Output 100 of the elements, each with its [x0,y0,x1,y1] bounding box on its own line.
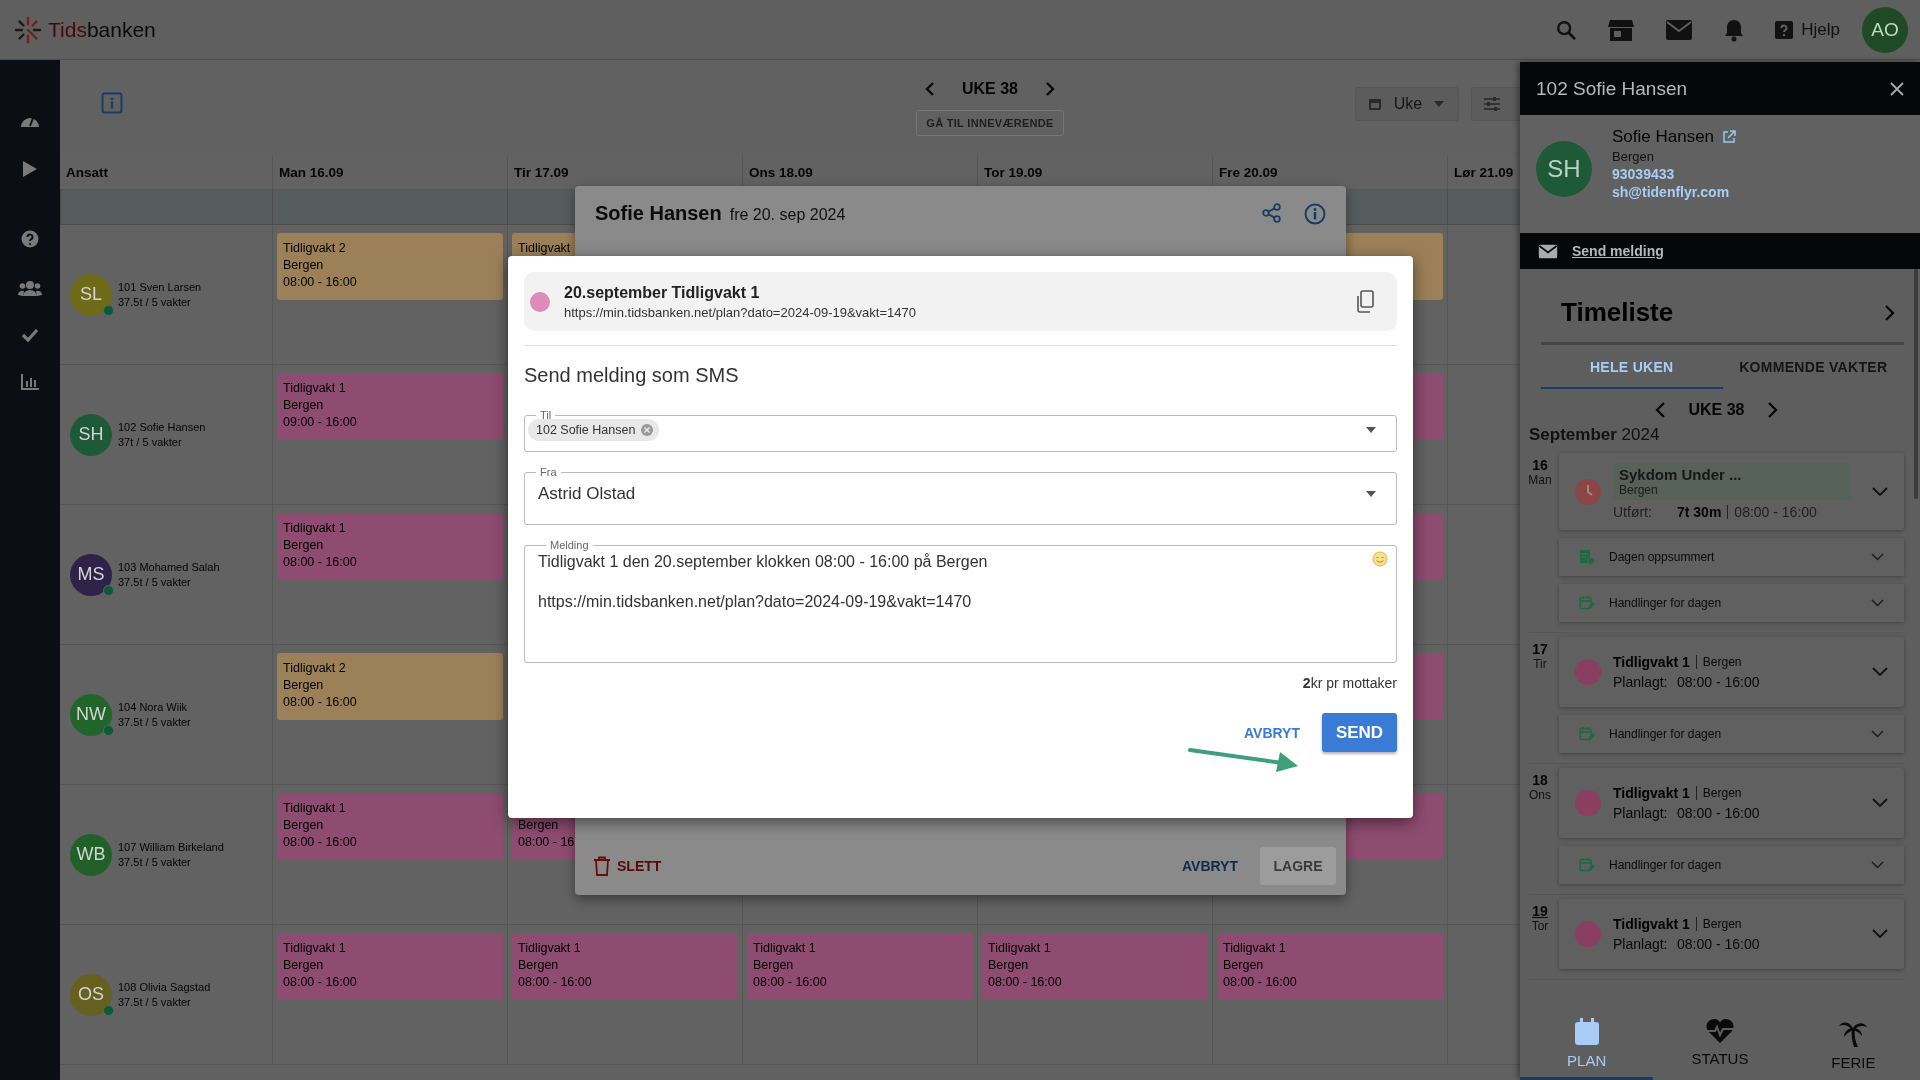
chevron-left-icon[interactable] [1654,401,1667,419]
panel-title: 102 Sofie Hansen [1536,77,1688,100]
cancel-button[interactable]: AVBRYT [1174,850,1246,882]
dialog-date: fre 20. sep 2024 [729,206,846,224]
absence-title: Sykdom Under ... [1619,466,1743,483]
shift-location: Bergen [518,958,559,972]
time-label: Utført: [1613,504,1653,520]
message-field[interactable]: Melding Tidligvakt 1 den 20.september klokken 08:00 - 16:00 på Bergen https://min.tidsbanken.net/plan?dato=2024-09-19&vakt=1470 [524,539,1397,663]
shift-card[interactable]: Tidligvakt 1 Bergen 08:00 - 16:00 [512,933,738,1000]
shift-time: 08:00 - 16:00 [1223,975,1297,989]
chevron-down-icon[interactable] [1872,667,1888,677]
chevron-right-icon[interactable] [1766,401,1779,419]
shift-location: Bergen [283,678,324,692]
shift-location: Bergen [283,258,324,272]
chevron-down-icon[interactable] [1872,929,1888,939]
mail-icon[interactable] [1665,18,1694,41]
timesheet-tab[interactable]: KOMMENDE VAKTER [1722,345,1904,389]
today-button[interactable]: GÅ TIL INNEVÆRENDE [916,110,1064,136]
shift-time: 08:00 - 16:00 [988,975,1062,989]
copy-icon[interactable] [1355,289,1375,314]
chevron-down-icon[interactable] [1872,486,1888,497]
phone-link[interactable]: 93039433 [1612,166,1737,182]
search-icon[interactable] [1555,18,1578,41]
shift-card[interactable]: Tidligvakt 1 Bergen 08:00 - 16:00 [982,933,1208,1000]
recipient-field[interactable]: Til 102 Sofie Hansen [524,409,1397,452]
shift-card[interactable]: Tidligvakt 1 Bergen Planlagt: 08:00 - 16:00 [1559,768,1904,838]
duration: 7t 30m [1677,504,1722,520]
shift-location: Bergen [988,958,1029,972]
info-icon[interactable] [101,92,123,114]
play-icon[interactable] [22,160,38,178]
shift-card[interactable]: Tidligvakt 1 Bergen 08:00 - 16:00 [277,933,503,1000]
user-avatar[interactable]: AO [1862,6,1908,53]
bottom-nav-tab[interactable]: STATUS [1653,1010,1787,1080]
send-button[interactable]: SEND [1322,713,1397,752]
dropdown-caret-icon[interactable] [1366,427,1376,433]
shift-title: Tidligvakt [518,241,571,255]
emoji-icon[interactable] [1372,551,1388,567]
employee-name: 102 Sofie Hansen [118,421,206,433]
share-icon[interactable] [1262,202,1282,223]
sender-field[interactable]: Fra Astrid Olstad [524,466,1397,525]
shift-card[interactable]: Tidligvakt 1 Bergen Planlagt: 08:00 - 16:00 [1559,899,1904,969]
chevron-right-icon[interactable] [1044,81,1056,97]
time-range: 08:00 - 16:00 [1677,936,1760,952]
chevron-left-icon[interactable] [924,81,936,97]
employee-name: 107 William Birkeland [118,841,224,853]
shift-time: 08:00 - 16:00 [283,555,357,569]
bell-icon[interactable] [1723,17,1746,42]
timesheet-tab[interactable]: HELE UKEN [1541,345,1723,389]
shift-card[interactable]: Tidligvakt 1 Bergen 08:00 - 16:00 [277,793,503,860]
shift-card[interactable]: Tidligvakt 1 Bergen 08:00 - 16:00 [277,513,503,580]
calendar-icon [1367,97,1382,111]
help-icon[interactable] [1775,20,1794,39]
shift-time: 08:00 - 16:00 [283,275,357,289]
bottom-nav-tab[interactable]: FERIE [1786,1010,1920,1080]
calendar-edit-icon [1579,595,1595,611]
bar-chart-icon[interactable] [21,374,39,390]
email-link[interactable]: sh@tidenflyr.com [1612,184,1737,200]
people-icon[interactable] [18,280,42,296]
shift-time: 09:00 - 16:00 [283,415,357,429]
day-actions-row[interactable]: Handlinger for dagen [1559,584,1904,622]
recipient-chip[interactable]: 102 Sofie Hansen [528,419,660,441]
remove-icon[interactable] [641,424,654,436]
profile-name: Sofie Hansen [1612,127,1715,147]
sliders-icon [1483,97,1500,111]
shift-card[interactable]: Tidligvakt 1 Bergen Planlagt: 08:00 - 16:00 [1559,637,1904,707]
absence-card[interactable]: Sykdom Under ... Bergen Utført: 7t 30m 08:00 - 16:00 [1559,453,1904,530]
shift-card[interactable]: Tidligvakt 2 Bergen 08:00 - 16:00 [277,653,503,720]
day-actions-row[interactable]: Handlinger for dagen [1559,715,1904,753]
view-dropdown[interactable]: Uke [1354,87,1459,121]
info-icon[interactable] [1304,202,1326,225]
shift-time: 08:00 - 16:00 [283,695,357,709]
shift-card[interactable]: Tidligvakt 1 Bergen 09:00 - 16:00 [277,373,503,440]
shift-location: Bergen [518,818,559,832]
check-icon[interactable] [21,328,39,342]
scrollbar[interactable] [1914,269,1918,499]
bottom-nav-tab[interactable]: PLAN [1520,1010,1654,1080]
document-icon [1579,549,1595,565]
help-link[interactable]: Hjelp [1801,19,1840,40]
shift-title: Tidligvakt 1 [283,941,346,955]
shift-card[interactable]: Tidligvakt 2 Bergen 08:00 - 16:00 [277,233,503,300]
shift-card[interactable]: Tidligvakt 1 Bergen 08:00 - 16:00 [747,933,973,1000]
price-note: 2kr pr mottaker [1301,675,1397,691]
store-icon[interactable] [1607,17,1636,42]
chevron-down-icon[interactable] [1872,798,1888,808]
send-message-link[interactable]: Send melding [1572,243,1664,259]
shift-location: Bergen [753,958,794,972]
delete-button[interactable]: SLETT [587,855,668,877]
day-actions-row[interactable]: Handlinger for dagen [1559,846,1904,884]
shift-card[interactable]: Tidligvakt 1 Bergen 08:00 - 16:00 [1217,933,1443,1000]
day-summary-row[interactable]: Dagen oppsummert [1559,538,1904,576]
chevron-right-icon[interactable] [1884,303,1896,322]
weekday-label: Tir [1533,657,1547,671]
dropdown-caret-icon[interactable] [1366,491,1376,497]
weekday-label: Ons [1529,788,1551,802]
shift-location: Bergen [283,958,324,972]
close-icon[interactable] [1890,81,1904,96]
shift-title: Tidligvakt 2 [283,661,346,675]
external-link-icon[interactable] [1722,130,1737,144]
help-icon[interactable] [21,230,39,248]
shift-location: Bergen [283,538,324,552]
